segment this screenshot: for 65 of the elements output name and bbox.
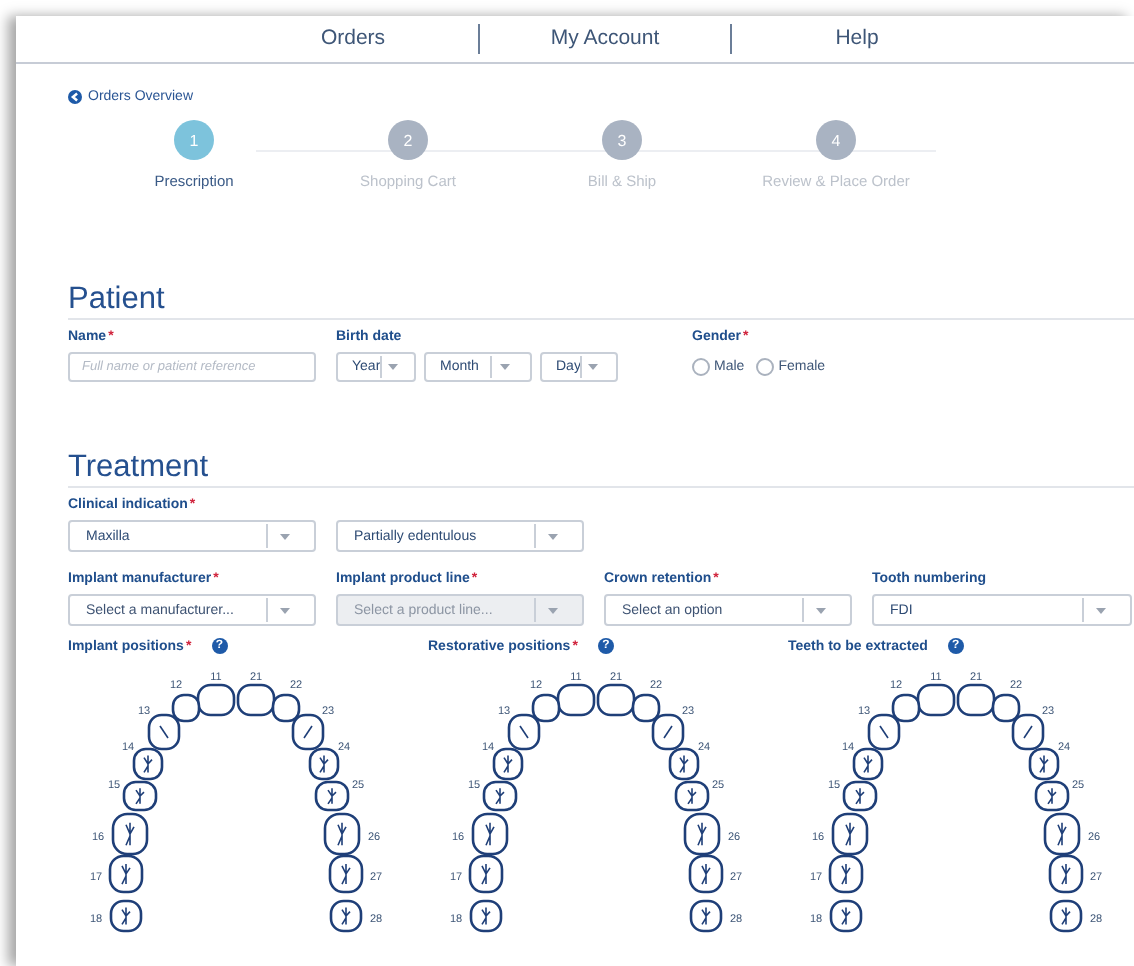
tooth[interactable]	[689, 899, 723, 933]
tooth[interactable]	[111, 812, 149, 856]
tooth[interactable]	[674, 780, 710, 812]
caret-icon	[280, 533, 290, 539]
caret-icon	[548, 607, 558, 613]
tooth[interactable]	[1011, 713, 1045, 751]
tooth[interactable]	[991, 693, 1021, 723]
tooth[interactable]	[829, 899, 863, 933]
tooth[interactable]	[688, 854, 724, 894]
tooth[interactable]	[631, 693, 661, 723]
tooth[interactable]	[683, 812, 721, 856]
tooth[interactable]	[122, 780, 158, 812]
tooth[interactable]	[668, 747, 700, 781]
tooth[interactable]	[956, 683, 996, 717]
caret-icon	[548, 533, 558, 539]
tooth[interactable]	[308, 747, 340, 781]
tooth[interactable]	[507, 713, 541, 751]
tooth[interactable]	[556, 683, 596, 717]
tooth[interactable]	[842, 780, 878, 812]
caret-icon	[588, 364, 599, 370]
tooth[interactable]	[916, 683, 956, 717]
tooth[interactable]	[867, 713, 901, 751]
section-heading: Treatment	[68, 450, 211, 484]
tooth[interactable]	[108, 854, 144, 894]
tooth[interactable]	[1034, 780, 1070, 812]
tooth[interactable]	[469, 899, 503, 933]
tooth[interactable]	[1043, 812, 1081, 856]
nav-link[interactable]: My Account	[480, 16, 730, 62]
tooth[interactable]	[132, 747, 164, 781]
tooth[interactable]	[891, 693, 921, 723]
caret-icon	[280, 607, 290, 613]
caret-icon	[500, 364, 510, 370]
tooth[interactable]	[828, 854, 864, 894]
tooth[interactable]	[323, 812, 361, 856]
tooth[interactable]	[596, 683, 636, 717]
tooth[interactable]	[471, 812, 509, 856]
tooth[interactable]	[852, 747, 884, 781]
caret-icon	[816, 607, 826, 613]
tooth[interactable]	[531, 693, 561, 723]
caret-icon	[387, 364, 398, 370]
radio-button[interactable]	[692, 358, 710, 376]
tooth[interactable]	[468, 854, 504, 894]
tooth[interactable]	[271, 693, 301, 723]
tooth[interactable]	[482, 780, 518, 812]
tooth[interactable]	[171, 693, 201, 723]
tooth[interactable]	[831, 812, 869, 856]
tooth[interactable]	[1049, 899, 1083, 933]
tooth[interactable]	[196, 683, 236, 717]
tooth[interactable]	[109, 899, 143, 933]
tooth[interactable]	[651, 713, 685, 751]
nav-link[interactable]: Orders	[228, 16, 478, 62]
tooth[interactable]	[492, 747, 524, 781]
radio-button[interactable]	[756, 358, 775, 376]
tooth[interactable]	[314, 780, 350, 812]
tooth[interactable]	[291, 713, 325, 751]
tooth[interactable]	[328, 854, 364, 894]
section-heading: Patient	[68, 282, 167, 316]
tooth[interactable]	[329, 899, 363, 933]
caret-icon	[1096, 607, 1106, 613]
back-arrow-icon	[68, 89, 82, 103]
tooth[interactable]	[1028, 747, 1060, 781]
tooth[interactable]	[1048, 854, 1084, 894]
tooth[interactable]	[147, 713, 181, 751]
nav-link[interactable]: Help	[732, 16, 982, 62]
tooth[interactable]	[236, 683, 276, 717]
